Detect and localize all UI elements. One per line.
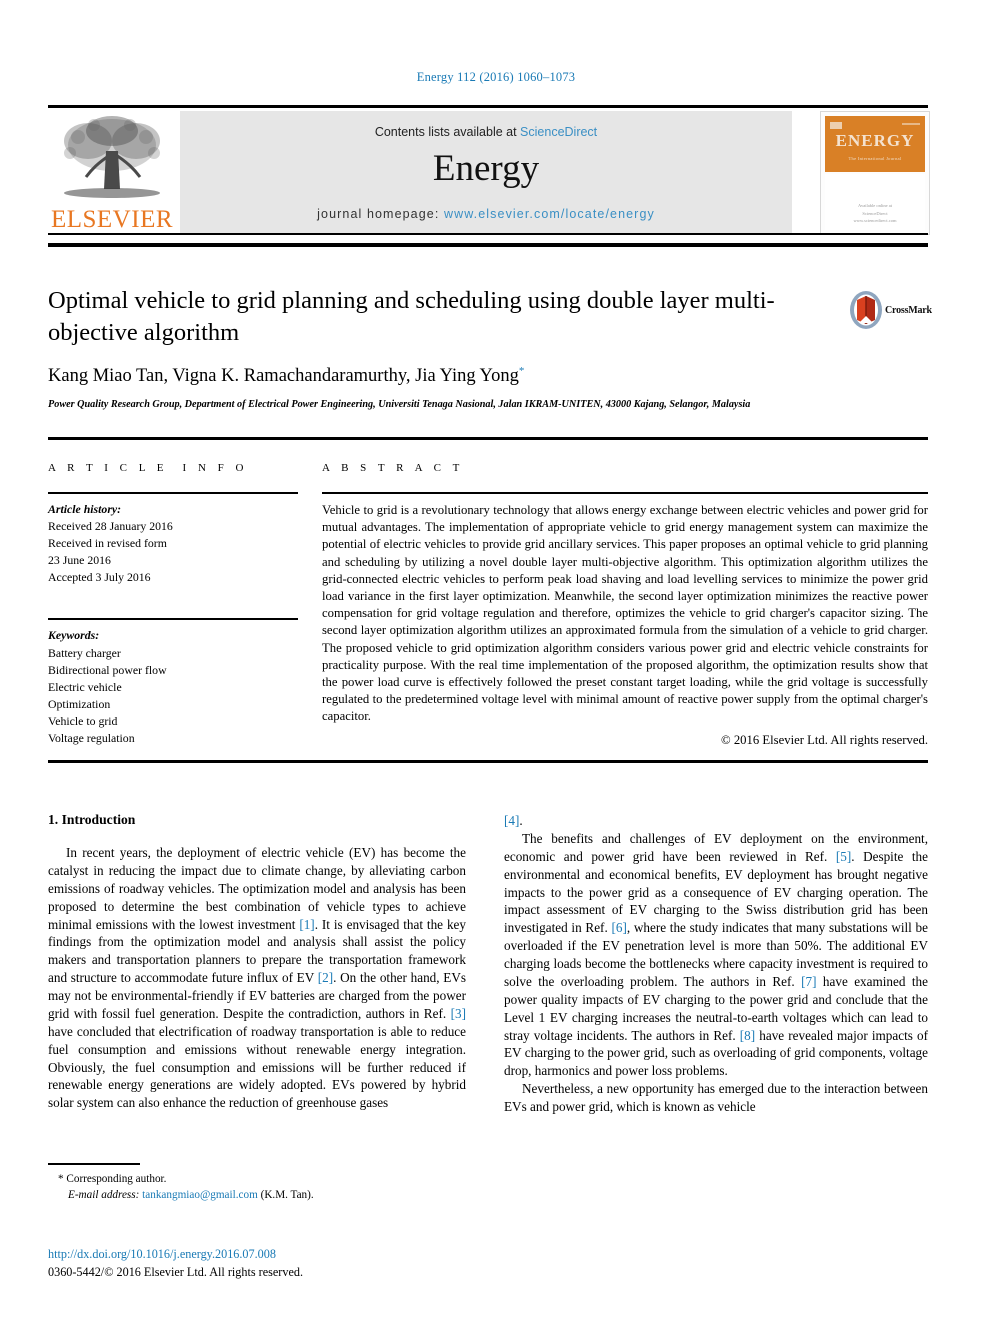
journal-band: Contents lists available at ScienceDirec… [180,111,792,233]
contents-available-line: Contents lists available at ScienceDirec… [180,125,792,139]
corresponding-label: Corresponding author. [66,1172,167,1185]
citation-ref-1[interactable]: [1] [299,917,314,932]
intro-text-d: have concluded that electrification of r… [48,1023,466,1111]
sciencedirect-link[interactable]: ScienceDirect [520,125,597,139]
abstract-top-rule [48,437,928,440]
keywords-list: Battery charger Bidirectional power flow… [48,645,298,748]
abstract-heading: A B S T R A C T [322,462,464,474]
elsevier-logo: ELSEVIER [48,111,176,233]
crossmark-icon [850,291,882,329]
keyword-item: Voltage regulation [48,731,135,746]
title-block: Optimal vehicle to grid planning and sch… [48,285,928,413]
corresponding-author-note: * Corresponding author. [48,1171,466,1188]
author-list: Kang Miao Tan, Vigna K. Ramachandaramurt… [48,365,838,387]
abstract-bottom-rule [48,760,928,763]
title-top-rule [48,243,928,247]
corresponding-author-marker[interactable]: * [519,365,525,377]
article-history-label: Article history: [48,502,122,516]
footnote-block: * Corresponding author. E-mail address: … [48,1163,466,1204]
homepage-url-link[interactable]: www.elsevier.com/locate/energy [444,207,655,221]
keywords-label: Keywords: [48,628,100,643]
email-link[interactable]: tankangmiao@gmail.com [142,1189,258,1201]
cover-header-marks-icon [830,122,920,129]
cover-lower-area: Available online at ScienceDirect www.scie… [825,174,925,230]
citation-ref-5[interactable]: [5] [836,849,851,864]
running-head: Energy 112 (2016) 1060–1073 [416,70,576,84]
email-suffix: (K.M. Tan). [260,1189,314,1202]
introduction-heading: 1. Introduction [48,812,136,827]
journal-cover-thumbnail: ENERGY The International Journal Availab… [820,111,930,235]
abstract-text: Vehicle to grid is a revolutionary techn… [322,503,928,724]
cover-journal-title: ENERGY [835,131,915,150]
keyword-item: Bidirectional power flow [48,662,167,677]
crossmark-label: CrossMark [885,305,932,316]
citation-ref-6[interactable]: [6] [611,920,626,935]
history-item: Accepted 3 July 2016 [48,570,151,585]
issn-copyright: 0360-5442/© 2016 Elsevier Ltd. All right… [48,1264,303,1279]
article-info-rule [48,492,298,494]
body-left-column: 1. Introduction In recent years, the dep… [48,812,466,1112]
history-item: Received in revised form [48,536,167,551]
email-label: E-mail address: [68,1189,140,1202]
elsevier-tree-icon [64,116,160,198]
article-history-list: Received 28 January 2016 Received in rev… [48,518,298,586]
crossmark-badge[interactable]: CrossMark [849,290,932,336]
intro-paragraph-1-continued: [4]. [504,812,928,830]
cover-top-band: ENERGY The International Journal [825,116,925,172]
keywords-rule [48,618,298,621]
citation-ref-3[interactable]: [3] [451,1006,466,1021]
journal-homepage-line: journal homepage: www.elsevier.com/locat… [180,207,792,221]
cover-footer-text: Available online at ScienceDirect www.scie… [853,203,897,223]
history-item: Received 28 January 2016 [48,519,173,534]
elsevier-wordmark: ELSEVIER [50,206,174,233]
intro-paragraph-1: In recent years, the deployment of elect… [48,844,466,1112]
citation-ref-2[interactable]: [2] [318,970,333,985]
doi-block: http://dx.doi.org/10.1016/j.energy.2016.… [48,1246,548,1281]
keyword-item: Optimization [48,696,111,711]
corresponding-marker: * [58,1172,64,1185]
journal-masthead: ELSEVIER Contents lists available at Sci… [48,105,930,235]
citation-ref-7[interactable]: [7] [801,974,816,989]
contents-prefix: Contents lists available at [374,125,521,139]
abstract-rule [322,492,928,494]
article-info-heading: A R T I C L E I N F O [48,462,248,474]
email-note: E-mail address: tankangmiao@gmail.com (K… [48,1187,466,1204]
footnote-rule [48,1163,140,1165]
intro-paragraph-3: Nevertheless, a new opportunity has emer… [504,1081,928,1114]
intro-paragraph-2: The benefits and challenges of EV deploy… [504,830,928,1080]
citation-ref-8[interactable]: [8] [740,1028,755,1043]
author-names: Kang Miao Tan, Vigna K. Ramachandaramurt… [48,365,519,386]
homepage-prefix: journal homepage: [317,207,444,221]
masthead-top-rule [48,105,928,108]
doi-link[interactable]: http://dx.doi.org/10.1016/j.energy.2016.… [48,1246,548,1264]
citation-ref-4[interactable]: [4] [504,813,519,828]
paper-page: Energy 112 (2016) 1060–1073 ELSEVIER Con… [0,0,992,1323]
abstract-column: A B S T R A C T Vehicle to grid is a rev… [322,462,928,748]
masthead-bottom-rule [48,233,928,235]
keyword-item: Vehicle to grid [48,713,118,728]
keyword-item: Electric vehicle [48,679,122,694]
abstract-copyright: © 2016 Elsevier Ltd. All rights reserved… [721,732,928,747]
keyword-item: Battery charger [48,645,121,660]
page-title: Optimal vehicle to grid planning and sch… [48,287,775,346]
cover-journal-subtitle: The International Journal [848,156,902,161]
affiliation: Power Quality Research Group, Department… [48,399,751,411]
history-item: 23 June 2016 [48,553,111,568]
journal-title: Energy [432,148,540,189]
article-info-column: A R T I C L E I N F O Article history: R… [48,462,298,747]
body-right-column: [4]. The benefits and challenges of EV d… [504,812,928,1116]
intro-text-e: . [519,813,523,828]
